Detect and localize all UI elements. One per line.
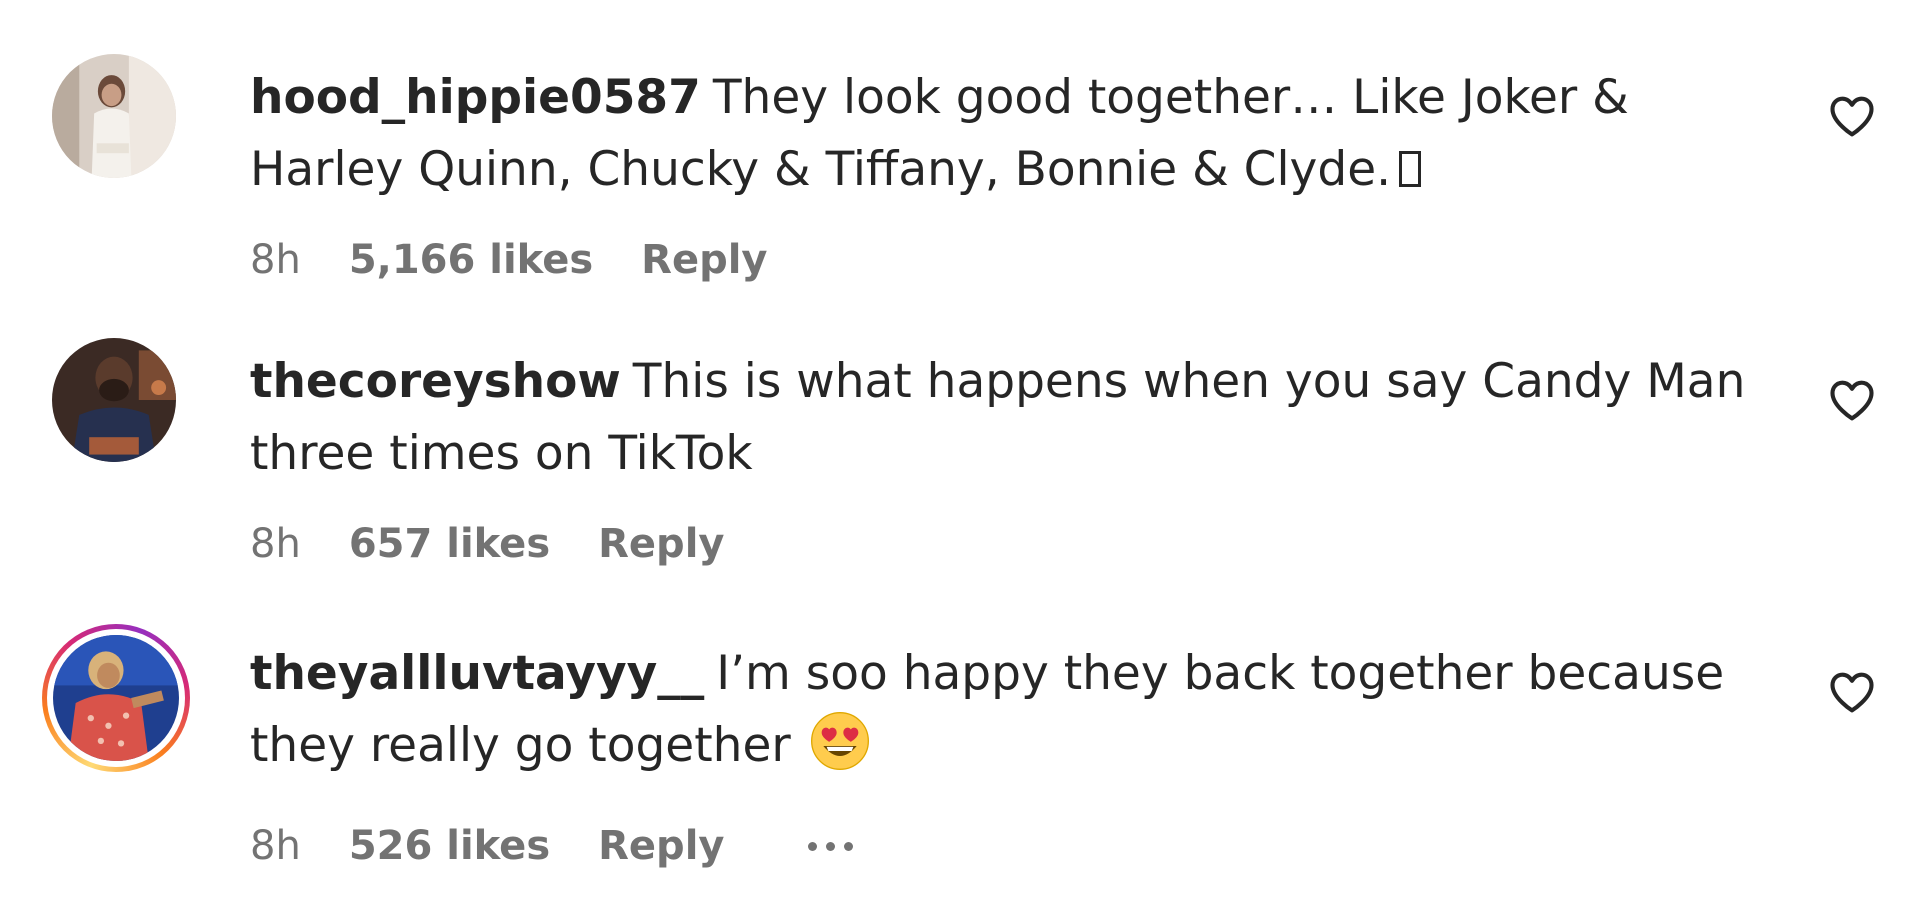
reply-button[interactable]: Reply [598,521,724,567]
heart-outline-icon [1830,380,1874,421]
heart-outline-icon [1830,96,1874,137]
comment-meta: 8h 526 likes Reply [250,823,854,869]
reply-button[interactable]: Reply [641,237,767,283]
like-button[interactable] [1826,90,1878,142]
story-ring[interactable] [42,624,190,772]
avatar-photo [53,635,179,761]
comment-meta: 8h 5,166 likes Reply [250,237,768,283]
more-dot [826,841,836,851]
heart-eyes-emoji [810,712,869,770]
heart-outline-icon [1830,672,1874,713]
comment-username[interactable]: theyallluvtayyy__ [250,646,704,701]
missing-emoji-glyph [1399,151,1422,187]
comment-likes[interactable]: 526 likes [349,823,550,869]
more-options-icon[interactable] [808,836,854,857]
comment-time[interactable]: 8h [250,521,301,567]
avatar-photo [52,338,176,462]
story-ring-gap [47,629,185,767]
comment-time[interactable]: 8h [250,823,301,869]
comment-username[interactable]: hood_hippie0587 [250,70,701,125]
avatar[interactable] [52,338,176,462]
more-dot [844,841,854,851]
like-button[interactable] [1826,666,1878,718]
comment-text: thecoreyshow This is what happens when yo… [250,346,1780,490]
comment-time[interactable]: 8h [250,237,301,283]
avatar[interactable] [53,635,179,761]
avatar-photo [52,54,176,178]
comment-meta: 8h 657 likes Reply [250,521,724,567]
reply-button[interactable]: Reply [598,823,724,869]
comment-text: hood_hippie0587 They look good together… … [250,62,1780,206]
like-button[interactable] [1826,374,1878,426]
more-dot [808,841,818,851]
comment-likes[interactable]: 657 likes [349,521,550,567]
avatar[interactable] [52,54,176,178]
comment-likes[interactable]: 5,166 likes [349,237,593,283]
comment-text: theyallluvtayyy__ I’m soo happy they back… [250,638,1780,782]
comment-username[interactable]: thecoreyshow [250,354,621,409]
